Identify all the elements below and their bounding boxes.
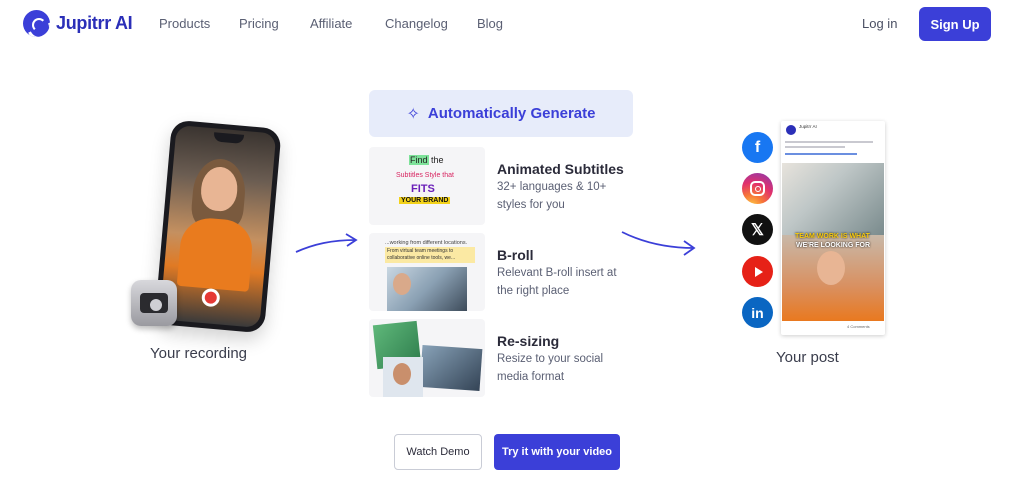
thumb-text: Find the [409, 155, 444, 165]
nav-pricing[interactable]: Pricing [239, 16, 279, 31]
feature-desc-subtitles: 32+ languages & 10+ styles for you [497, 181, 607, 211]
feature-title-broll: B-roll [497, 247, 534, 263]
nav-blog[interactable]: Blog [477, 16, 503, 31]
subtitles-thumbnail: Find the Subtitles Style that FITS YOUR … [369, 147, 485, 225]
post-author: Jupitrr AI [799, 124, 817, 129]
record-button-icon [201, 287, 221, 308]
instagram-icon [742, 173, 773, 204]
nav-products[interactable]: Products [159, 16, 210, 31]
signup-button[interactable]: Sign Up [919, 7, 991, 41]
broll-person [393, 273, 411, 295]
thumb-text: Subtitles Style that [396, 172, 454, 179]
watch-demo-button[interactable]: Watch Demo [394, 434, 482, 470]
camera-icon [131, 280, 177, 326]
resize-person [393, 363, 411, 385]
post-image [782, 163, 884, 235]
arrow-right-icon [621, 231, 696, 256]
post-caption: WE'RE LOOKING FOR [796, 242, 870, 249]
post-comments: 4 Comments [847, 324, 870, 329]
post-avatar [786, 125, 796, 135]
post-link-line [785, 153, 857, 155]
post-person-face [817, 251, 845, 285]
jupitrr-logo-icon [23, 10, 50, 37]
top-nav: Jupitrr AI Products Pricing Affiliate Ch… [0, 0, 1024, 48]
x-icon: 𝕏 [742, 214, 773, 245]
feature-title-resizing: Re-sizing [497, 333, 560, 349]
arrow-right-icon [295, 233, 358, 253]
social-post-preview: Jupitrr AI TEAM WORK IS WHAT WE'RE LOOKI… [781, 121, 885, 335]
facebook-icon: f [742, 132, 773, 163]
login-link[interactable]: Log in [862, 16, 897, 31]
feature-title-subtitles: Animated Subtitles [497, 161, 624, 177]
post-text-line [785, 141, 873, 143]
feature-desc-resizing: Resize to your social media format [497, 353, 604, 383]
phone-screen [159, 125, 277, 328]
your-recording-caption: Your recording [150, 345, 248, 362]
thumb-text: From virtual team meetings to collaborat… [385, 247, 475, 263]
logo[interactable]: Jupitrr AI [23, 10, 133, 37]
linkedin-icon: in [742, 297, 773, 328]
post-caption: TEAM WORK IS WHAT [795, 233, 870, 240]
youtube-icon [742, 256, 773, 287]
thumb-text: FITS [411, 183, 435, 195]
feature-desc-broll: Relevant B-roll insert at the right plac… [497, 267, 617, 297]
sparkle-icon: ✧ [406, 105, 420, 123]
thumb-text: ...working from different locations. [385, 240, 468, 246]
your-post-caption: Your post [776, 349, 839, 366]
logo-text: Jupitrr AI [56, 13, 133, 33]
post-text-line [785, 146, 845, 148]
nav-changelog[interactable]: Changelog [385, 16, 448, 31]
thumb-text: YOUR BRAND [399, 197, 451, 204]
auto-generate-banner: ✧ Automatically Generate [369, 90, 633, 137]
broll-thumbnail: ...working from different locations. Fro… [369, 233, 485, 311]
nav-affiliate[interactable]: Affiliate [310, 16, 352, 31]
phone-notch [213, 132, 245, 144]
resizing-thumbnail [369, 319, 485, 397]
try-with-video-button[interactable]: Try it with your video [494, 434, 620, 470]
phone-person-body [176, 215, 255, 292]
resize-frame [419, 344, 483, 392]
auto-generate-label: Automatically Generate [427, 105, 596, 122]
